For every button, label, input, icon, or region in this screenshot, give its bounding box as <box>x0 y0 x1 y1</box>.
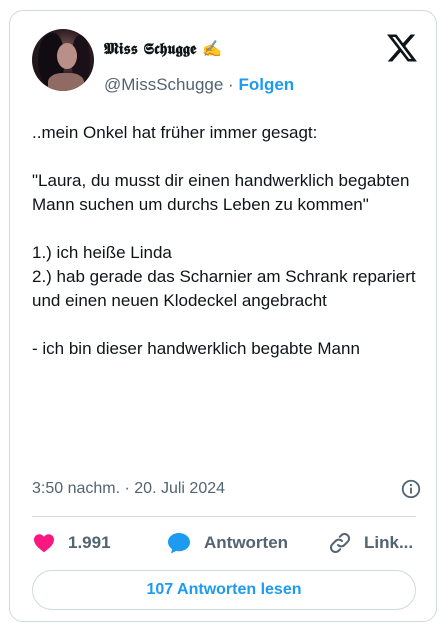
x-logo-icon[interactable] <box>387 33 417 63</box>
copy-link-button[interactable]: Link... <box>328 530 413 556</box>
read-replies-button[interactable]: 107 Antworten lesen <box>32 570 416 610</box>
link-label: Link... <box>364 533 414 552</box>
reply-bubble-icon <box>168 533 190 554</box>
link-icon <box>329 532 351 554</box>
tweet-timestamp[interactable]: 3:50 nachm. · 20. Juli 2024 <box>32 480 225 497</box>
avatar[interactable] <box>32 29 94 91</box>
like-button[interactable]: 1.991 <box>32 530 111 556</box>
info-icon[interactable] <box>400 478 422 500</box>
avatar-body <box>48 73 84 91</box>
follow-button[interactable]: Folgen <box>238 75 294 94</box>
heart-icon <box>34 534 54 553</box>
author-handle[interactable]: @MissSchugge <box>104 75 223 94</box>
timestamp-row: 3:50 nachm. · 20. Juli 2024 <box>32 477 422 501</box>
divider <box>32 516 416 517</box>
author-handle-row: @MissSchugge · Folgen <box>104 75 294 95</box>
like-count: 1.991 <box>68 533 111 552</box>
reply-label: Antworten <box>204 533 289 552</box>
reply-button[interactable]: Antworten <box>166 530 288 556</box>
tweet-text: ..mein Onkel hat früher immer gesagt: "L… <box>32 123 416 358</box>
tweet-card: 𝕸𝖎𝖘𝖘 𝕾𝖈𝖍𝖚𝖌𝖌𝖊 ✍ @MissSchugge · Folgen ..m… <box>9 10 437 622</box>
avatar-face <box>57 43 77 69</box>
author-display-name[interactable]: 𝕸𝖎𝖘𝖘 𝕾𝖈𝖍𝖚𝖌𝖌𝖊 ✍ <box>104 39 222 59</box>
separator-dot: · <box>228 75 234 94</box>
